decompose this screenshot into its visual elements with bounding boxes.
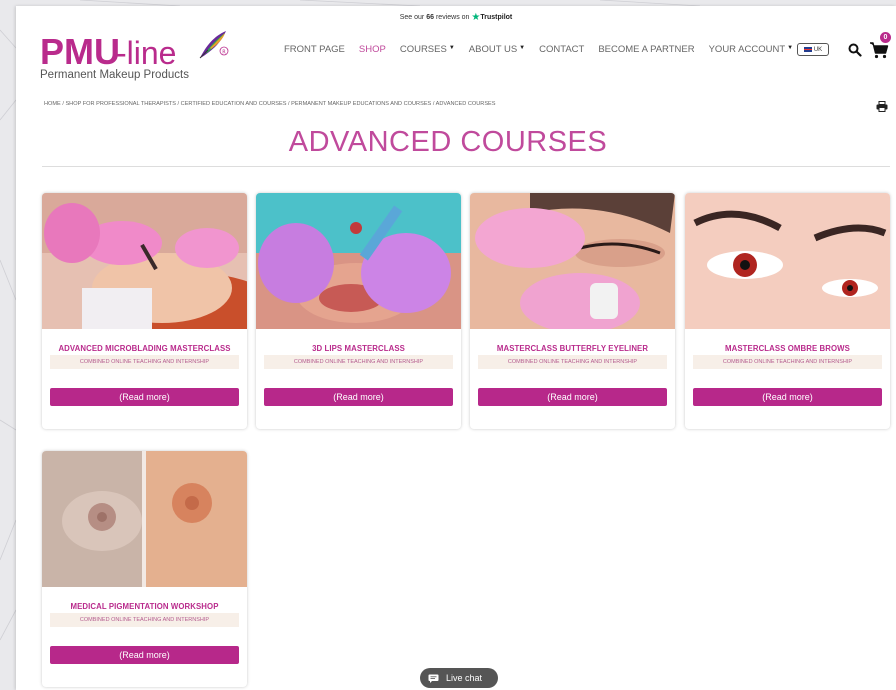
title-divider [42,166,890,167]
product-title[interactable]: MASTERCLASS OMBRE BROWS [685,344,890,353]
product-subtitle: COMBINED ONLINE TEACHING AND INTERNSHIP [693,355,882,369]
nav-become-partner[interactable]: BECOME A PARTNER [598,44,694,58]
caret-down-icon: ▼ [787,45,794,51]
product-image-medical-pigmentation[interactable] [42,451,247,587]
read-more-button[interactable]: (Read more) [264,388,453,406]
product-image-3d-lips[interactable] [256,193,461,329]
reviews-count: 66 [426,14,435,21]
product-card[interactable]: 3D LIPS MASTERCLASS COMBINED ONLINE TEAC… [256,193,461,429]
feather-icon: R [199,31,229,59]
logo-line-text: -line [116,35,177,71]
cart-count-badge: 0 [880,32,891,43]
live-chat-label: Live chat [446,673,483,683]
product-image-microblading[interactable] [42,193,247,329]
nav-label: CONTACT [539,44,585,55]
reviews-post-text: reviews on [435,14,470,21]
nav-label: FRONT PAGE [284,44,345,55]
live-chat-button[interactable]: Live chat [420,668,498,688]
product-title[interactable]: 3D LIPS MASTERCLASS [256,344,461,353]
trustpilot-bar[interactable]: See our 66 reviews on ★Trustpilot [16,12,896,23]
product-subtitle: COMBINED ONLINE TEACHING AND INTERNSHIP [50,613,239,627]
read-more-button[interactable]: (Read more) [50,646,239,664]
read-more-button[interactable]: (Read more) [478,388,667,406]
product-subtitle: COMBINED ONLINE TEACHING AND INTERNSHIP [478,355,667,369]
chat-bubble-icon [428,674,439,683]
nav-label: BECOME A PARTNER [598,44,695,55]
product-card[interactable]: MEDICAL PIGMENTATION WORKSHOP COMBINED O… [42,451,247,687]
product-title[interactable]: MEDICAL PIGMENTATION WORKSHOP [42,602,247,611]
nav-label: ABOUT US [468,44,518,55]
nav-shop[interactable]: SHOP [359,44,386,58]
product-subtitle: COMBINED ONLINE TEACHING AND INTERNSHIP [264,355,453,369]
nav-contact[interactable]: CONTACT [539,44,584,58]
product-title[interactable]: ADVANCED MICROBLADING MASTERCLASS [42,344,247,353]
page: See our 66 reviews on ★Trustpilot PMU -l… [16,6,896,690]
cart-icon[interactable] [869,40,889,60]
read-more-button[interactable]: (Read more) [50,388,239,406]
print-icon[interactable] [876,101,888,112]
breadcrumb[interactable]: HOME / SHOP FOR PROFESSIONAL THERAPISTS … [44,101,496,107]
nav-about-us[interactable]: ABOUT US ▼ [469,44,525,58]
main-nav: FRONT PAGE SHOP COURSES ▼ ABOUT US ▼ CONTA… [284,44,807,58]
trustpilot-brand: Trustpilot [480,14,513,21]
search-icon[interactable] [848,43,862,57]
page-title: ADVANCED COURSES [288,126,608,158]
svg-text:R: R [222,49,226,55]
logo-subtitle: Permanent Makeup Products [40,69,189,81]
site-logo[interactable]: PMU -line R Permanent Makeup Products [40,31,229,82]
logo-pmu-text: PMU [40,31,120,72]
product-image-butterfly-eyeliner[interactable] [470,193,675,329]
caret-down-icon: ▼ [519,45,526,51]
uk-flag-icon [803,47,812,52]
product-subtitle: COMBINED ONLINE TEACHING AND INTERNSHIP [50,355,239,369]
read-more-button[interactable]: (Read more) [693,388,882,406]
nav-your-account[interactable]: YOUR ACCOUNT ▼ [709,44,794,58]
nav-front-page[interactable]: FRONT PAGE [284,44,345,58]
product-card[interactable]: ADVANCED MICROBLADING MASTERCLASS COMBIN… [42,193,247,429]
nav-label: COURSES [399,44,447,55]
product-card[interactable]: MASTERCLASS BUTTERFLY EYELINER COMBINED … [470,193,675,429]
nav-label: YOUR ACCOUNT [708,44,786,55]
language-label: UK [813,46,823,53]
nav-courses[interactable]: COURSES ▼ [400,44,455,58]
product-title[interactable]: MASTERCLASS BUTTERFLY EYELINER [470,344,675,353]
trustpilot-star-icon: ★ [471,12,481,23]
nav-label: SHOP [358,44,386,55]
language-selector[interactable]: UK [797,43,829,56]
product-card[interactable]: MASTERCLASS OMBRE BROWS COMBINED ONLINE … [685,193,890,429]
product-image-ombre-brows[interactable] [685,193,890,329]
reviews-pre-text: See our [399,14,425,21]
caret-down-icon: ▼ [448,45,455,51]
